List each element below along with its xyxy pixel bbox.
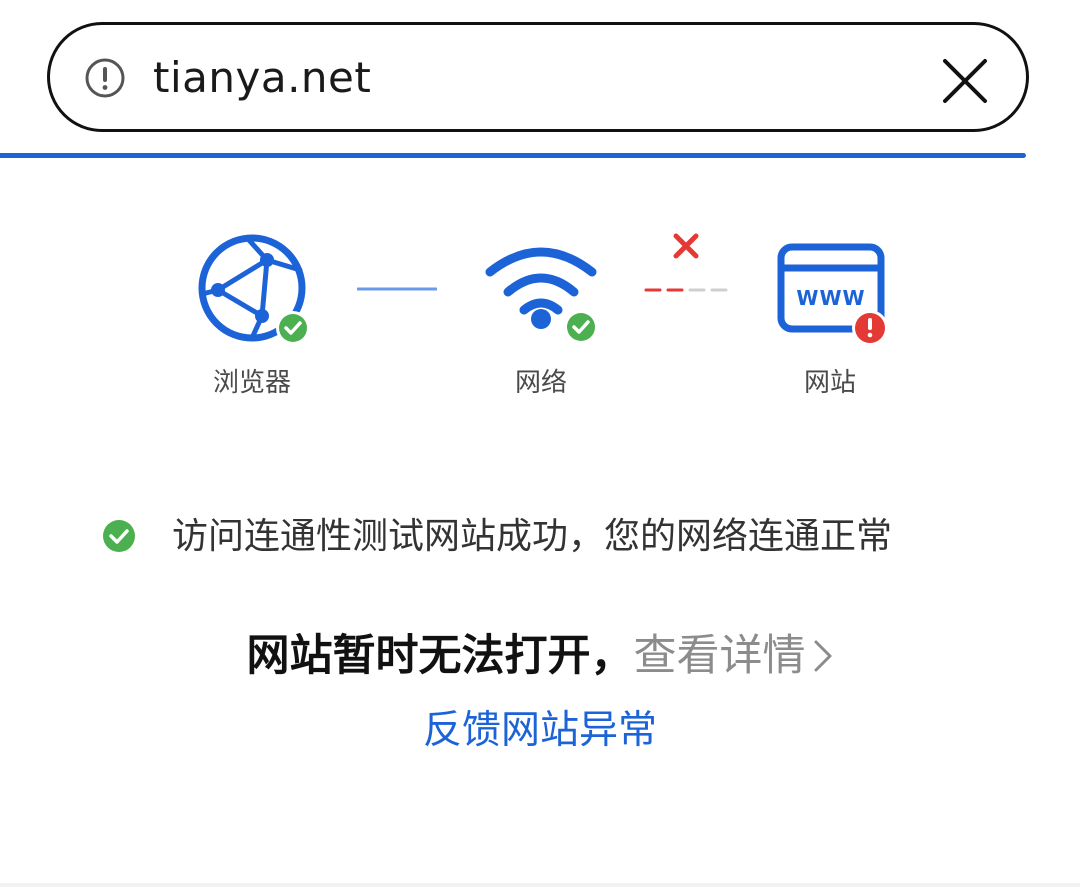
chevron-right-icon[interactable] <box>812 638 834 674</box>
browser-label: 浏览器 <box>212 368 291 398</box>
check-circle-icon <box>103 520 135 552</box>
connector-ok <box>357 287 437 291</box>
www-window-icon: WWW <box>777 243 888 346</box>
error-page: tianya.net 浏览器 网络 WWW 网站 访问连通性测试网站成功，您的网… <box>0 0 1080 887</box>
close-icon[interactable] <box>940 56 990 106</box>
error-headline: 网站暂时无法打开，查看详情 <box>0 628 1080 684</box>
loading-progress-bar <box>0 153 1026 158</box>
wifi-icon <box>485 247 598 344</box>
url-text[interactable]: tianya.net <box>153 53 371 103</box>
network-label: 网络 <box>514 368 567 398</box>
status-message: 访问连通性测试网站成功，您的网络连通正常 <box>172 516 893 557</box>
connectivity-status: 访问连通性测试网站成功，您的网络连通正常 <box>102 514 1002 560</box>
browser-globe-icon <box>198 234 310 345</box>
info-circle-icon[interactable] <box>84 57 126 99</box>
view-details-label[interactable]: 查看详情 <box>634 631 806 681</box>
connector-broken <box>644 233 728 292</box>
bottom-divider <box>0 883 1080 887</box>
report-site-issue-link[interactable]: 反馈网站异常 <box>0 706 1080 756</box>
svg-text:WWW: WWW <box>796 286 865 310</box>
address-bar[interactable]: tianya.net <box>47 22 1029 132</box>
website-label: 网站 <box>803 368 856 398</box>
error-title: 网站暂时无法打开， <box>246 631 634 681</box>
view-details-link[interactable]: 查看详情 <box>634 631 834 681</box>
